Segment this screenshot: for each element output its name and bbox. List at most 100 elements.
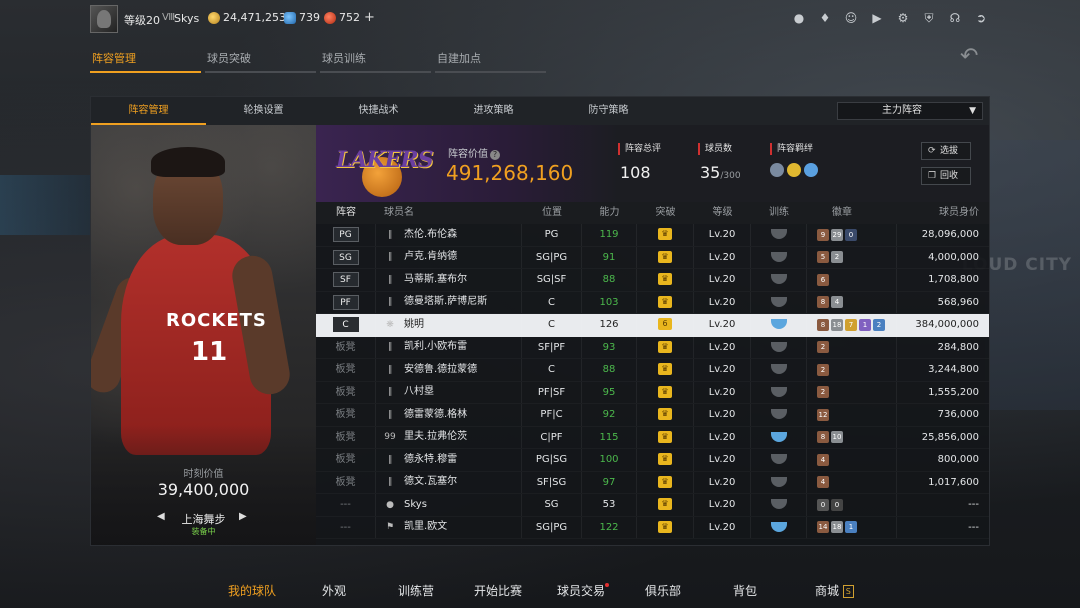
value-cell: 736,000 (937, 409, 979, 420)
nav-trade[interactable]: 球员交易 (557, 582, 610, 599)
bond-icons[interactable] (770, 163, 818, 177)
table-row[interactable]: 板凳 ∥ 安德鲁.德拉蒙德 C 88 ♛ Lv.20 2 3,244,800 (316, 359, 989, 382)
col-breakthrough: 突破 (655, 207, 676, 218)
position-cell: C (522, 359, 582, 381)
breakthrough-icon: ♛ (658, 250, 672, 263)
table-row[interactable]: 板凳 ∥ 德文.瓦塞尔 SF|SG 97 ♛ Lv.20 4 1,017,600 (316, 471, 989, 495)
slot-cell[interactable]: 板凳 (316, 471, 376, 493)
player-name: 德永特.穆雷 (404, 453, 458, 465)
tab-lineup[interactable]: 阵容管理 (90, 50, 201, 73)
training-icon (770, 251, 787, 262)
level-cell: Lv.20 (694, 359, 751, 381)
help-icon[interactable]: ? (490, 150, 500, 160)
training-cell (751, 246, 807, 268)
subtab-quick-tactics[interactable]: 快捷战术 (321, 97, 436, 125)
slot-cell[interactable]: 板凳 (316, 449, 376, 471)
slot-cell[interactable]: C (316, 314, 376, 336)
avatar[interactable] (90, 5, 118, 33)
table-row[interactable]: SF ∥ 马蒂斯.塞布尔 SG|SF 88 ♛ Lv.20 6 1,708,80… (316, 269, 989, 292)
name-cell: ∥ 安德鲁.德拉蒙德 (376, 359, 522, 381)
table-row[interactable]: --- ⚑ 凯里.欧文 SG|PG 122 ♛ Lv.20 14 18 1 --- (316, 516, 989, 540)
badge-icon: 12 (817, 408, 829, 421)
recycle-button[interactable]: ❐ 回收 (921, 167, 971, 185)
name-cell: ⚑ 凯里.欧文 (376, 516, 522, 538)
slot-label: 板凳 (335, 409, 356, 420)
notification-dot (605, 583, 610, 587)
tab-training[interactable]: 球员训练 (320, 50, 431, 73)
slot-cell[interactable]: 板凳 (316, 381, 376, 403)
next-move-icon[interactable]: ▶ (239, 511, 247, 522)
main-tabs: 阵容管理 球员突破 球员训练 自建加点 (90, 50, 546, 73)
table-row[interactable]: 板凳 ∥ 凯利.小欧布雷 SF|PF 93 ♛ Lv.20 2 284,800 (316, 336, 989, 360)
rating-cell: 95 (582, 381, 637, 403)
slot-cell[interactable]: PF (316, 291, 376, 313)
slot-cell[interactable]: 板凳 (316, 404, 376, 426)
table-row[interactable]: 板凳 ∥ 德雷蒙德.格林 PF|C 92 ♛ Lv.20 12 736,000 (316, 404, 989, 427)
select-button[interactable]: ⟳ 选拔 (921, 142, 971, 160)
video-icon[interactable]: ▶ (870, 11, 884, 25)
value-cell: 1,708,800 (928, 274, 979, 285)
badge-icon: 2 (817, 363, 829, 376)
tab-custom-points[interactable]: 自建加点 (435, 50, 546, 73)
bell-icon[interactable]: ♦ (818, 11, 832, 25)
add-currency-button[interactable]: + (364, 10, 375, 25)
level-cell: Lv.20 (694, 314, 751, 336)
rating-cell: 93 (582, 336, 637, 358)
nav-my-team[interactable]: 我的球队 (228, 582, 276, 599)
shield-icon[interactable]: ⛨ (922, 11, 936, 25)
user-icon[interactable]: ● (792, 11, 806, 25)
subtab-rotation[interactable]: 轮换设置 (206, 97, 321, 125)
table-row[interactable]: 板凳 ∥ 德永特.穆雷 PG|SG 100 ♛ Lv.20 4 800,000 (316, 449, 989, 472)
subtab-offense[interactable]: 进攻策略 (436, 97, 551, 125)
table-row[interactable]: PG ∥ 杰伦.布伦森 PG 119 ♛ Lv.20 9 29 0 28,096,0… (316, 224, 989, 247)
player-type-icon: ∥ (387, 274, 393, 285)
slot-cell[interactable]: --- (316, 494, 376, 516)
slot-cell[interactable]: 板凳 (316, 426, 376, 448)
breakthrough-cell: ♛ (637, 224, 694, 246)
team-value: 491,268,160 (446, 161, 574, 185)
player-card[interactable]: ROCKETS 11 时刻价值 39,400,000 ◀ 上海舞步 ▶ 装备中 (91, 125, 316, 545)
lineup-select[interactable]: 主力阵容 ▼ (837, 102, 983, 120)
slot-cell[interactable]: 板凳 (316, 359, 376, 381)
value-cell: 284,800 (937, 341, 979, 353)
equipped-status: 装备中 (191, 527, 216, 536)
rating-cell: 97 (582, 471, 637, 493)
exit-icon[interactable]: ➲ (974, 11, 988, 25)
table-row[interactable]: 板凳 ∥ 八村塁 PF|SF 95 ♛ Lv.20 2 1,555,200 (316, 381, 989, 405)
player-type-icon: ∥ (387, 342, 393, 352)
table-row[interactable]: C ❋ 姚明 C 126 6 Lv.20 8 18 7 1 2 384,000,000 (316, 314, 989, 337)
training-icon (770, 499, 787, 509)
headset-icon[interactable]: ☊ (948, 11, 962, 25)
value-cell: 1,017,600 (928, 476, 979, 488)
player-name: 安德鲁.德拉蒙德 (404, 363, 478, 375)
slot-cell[interactable]: SF (316, 269, 376, 291)
table-row[interactable]: --- ● Skys SG 53 ♛ Lv.20 00 --- (316, 494, 989, 517)
friends-icon[interactable]: ☺ (844, 11, 858, 25)
slot-cell[interactable]: 板凳 (316, 336, 376, 358)
moment-value-label: 时刻价值 (183, 469, 224, 480)
nav-start-game[interactable]: 开始比赛 (474, 582, 522, 599)
nav-training-camp[interactable]: 训练营 (398, 582, 434, 599)
level-cell: Lv.20 (694, 516, 751, 538)
subtab-defense[interactable]: 防守策略 (551, 97, 666, 125)
table-row[interactable]: PF ∥ 德曼塔斯.萨博尼斯 C 103 ♛ Lv.20 84 568,960 (316, 291, 989, 315)
badge-icon: 2 (817, 386, 829, 399)
badge-icon: 5 (817, 251, 829, 264)
nav-bag[interactable]: 背包 (733, 582, 757, 599)
player-type-icon: ∥ (387, 387, 393, 397)
breakthrough-icon: ♛ (658, 385, 672, 398)
subtab-lineup[interactable]: 阵容管理 (91, 97, 206, 125)
slot-cell[interactable]: SG (316, 246, 376, 268)
nav-club[interactable]: 俱乐部 (645, 582, 681, 599)
slot-cell[interactable]: PG (316, 224, 376, 246)
nav-appearance[interactable]: 外观 (322, 582, 346, 599)
slot-cell[interactable]: --- (316, 516, 376, 538)
training-icon (770, 229, 787, 239)
value-cell: 25,856,000 (921, 431, 979, 443)
table-row[interactable]: SG ∥ 卢克.肯纳德 SG|PG 91 ♛ Lv.20 52 4,000,00… (316, 246, 989, 270)
nav-shop[interactable]: 商城 S (815, 582, 854, 599)
tab-breakthrough[interactable]: 球员突破 (205, 50, 316, 73)
back-icon[interactable]: ↶ (960, 46, 990, 68)
table-row[interactable]: 板凳 99 里夫.拉弗伦茨 C|PF 115 ♛ Lv.20 8 10 25,85… (316, 426, 989, 450)
gear-icon[interactable]: ⚙ (896, 11, 910, 25)
